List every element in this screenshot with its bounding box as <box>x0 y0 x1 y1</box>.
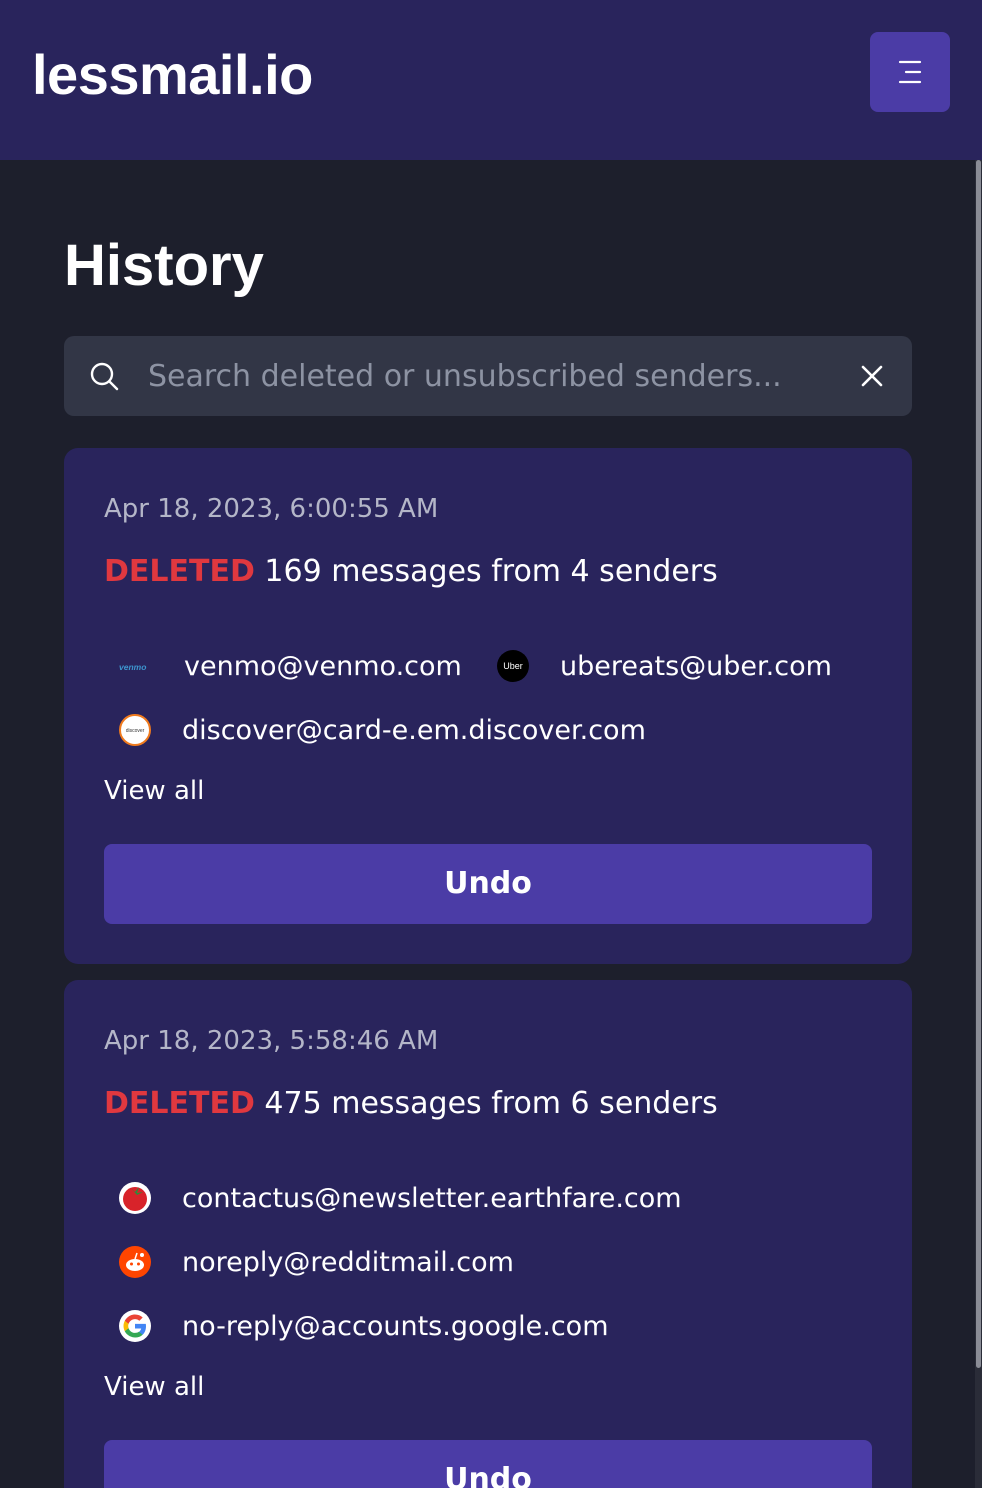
sender-email: ubereats@uber.com <box>560 650 832 682</box>
action-badge: DELETED <box>104 1086 255 1121</box>
sender-email: discover@card-e.em.discover.com <box>182 714 646 746</box>
sender-item[interactable]: noreply@redditmail.com <box>104 1242 514 1282</box>
uber-logo-icon: Uber <box>497 650 529 682</box>
history-summary: DELETED 169 messages from 4 senders <box>104 552 718 592</box>
venmo-logo-text: venmo <box>119 662 146 672</box>
sender-item[interactable]: Uber ubereats@uber.com <box>482 646 832 686</box>
history-card: Apr 18, 2023, 5:58:46 AM DELETED 475 mes… <box>64 980 912 1488</box>
menu-button[interactable] <box>870 32 950 112</box>
history-summary: DELETED 475 messages from 6 senders <box>104 1084 718 1124</box>
view-all-link[interactable]: View all <box>104 1370 204 1404</box>
search-input[interactable] <box>148 336 828 416</box>
discover-logo-icon: discover <box>119 714 151 746</box>
search-bar <box>64 336 912 416</box>
google-logo-icon <box>119 1310 151 1342</box>
summary-text: 475 messages from 6 senders <box>264 1086 718 1121</box>
undo-button[interactable]: Undo <box>104 844 872 924</box>
sender-email: venmo@venmo.com <box>184 650 462 682</box>
sender-email: no-reply@accounts.google.com <box>182 1310 609 1342</box>
search-icon <box>90 362 119 391</box>
sender-item[interactable]: venmo venmo@venmo.com <box>104 646 462 686</box>
brand-logo-text[interactable]: lessmail.io <box>32 40 313 110</box>
earthfare-logo-icon <box>119 1182 151 1214</box>
sender-email: noreply@redditmail.com <box>182 1246 514 1278</box>
summary-text: 169 messages from 4 senders <box>264 554 718 589</box>
history-timestamp: Apr 18, 2023, 6:00:55 AM <box>104 494 439 524</box>
page-scrollbar[interactable] <box>975 160 982 1488</box>
history-card: Apr 18, 2023, 6:00:55 AM DELETED 169 mes… <box>64 448 912 964</box>
sender-item[interactable]: no-reply@accounts.google.com <box>104 1306 609 1346</box>
menu-icon <box>898 60 922 84</box>
reddit-logo-icon <box>119 1246 151 1278</box>
undo-button[interactable]: Undo <box>104 1440 872 1488</box>
scrollbar-thumb[interactable] <box>976 160 981 1368</box>
uber-logo-text: Uber <box>503 661 523 671</box>
venmo-logo-icon: venmo <box>119 650 153 682</box>
sender-item[interactable]: contactus@newsletter.earthfare.com <box>104 1178 682 1218</box>
close-icon[interactable] <box>858 362 886 390</box>
history-timestamp: Apr 18, 2023, 5:58:46 AM <box>104 1026 439 1056</box>
top-navbar: lessmail.io <box>0 0 982 160</box>
page-title: History <box>64 233 264 298</box>
action-badge: DELETED <box>104 554 255 589</box>
view-all-link[interactable]: View all <box>104 774 204 808</box>
discover-logo-text: discover <box>126 728 145 734</box>
sender-email: contactus@newsletter.earthfare.com <box>182 1182 682 1214</box>
sender-item[interactable]: discover discover@card-e.em.discover.com <box>104 710 646 750</box>
